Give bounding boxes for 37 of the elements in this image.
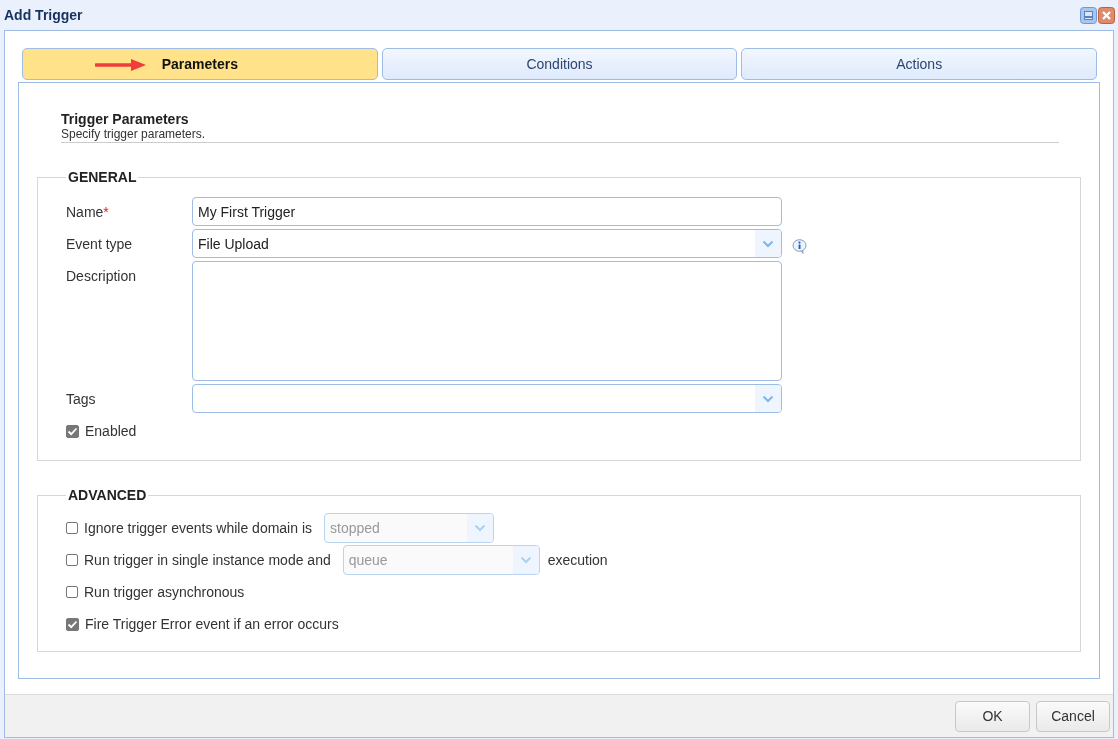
dropdown-field[interactable]: File Upload xyxy=(192,229,782,258)
window-title: Add Trigger xyxy=(4,7,83,23)
close-icon[interactable] xyxy=(1098,6,1115,24)
checkbox-label: Fire Trigger Error event if an error occurs xyxy=(85,616,339,632)
field-label: Description xyxy=(66,267,138,284)
dropdown-field[interactable] xyxy=(192,384,782,413)
info-icon[interactable] xyxy=(792,239,807,254)
group-legend: ADVANCED xyxy=(66,487,149,503)
checkbox-label: Enabled xyxy=(85,423,137,439)
section-subtitle: Specify trigger parameters. xyxy=(61,127,207,141)
chevron-down-icon xyxy=(762,394,774,403)
section-title: Trigger Parameters xyxy=(61,111,190,127)
minimize-icon[interactable] xyxy=(1080,6,1097,24)
checkbox-label: Run trigger asynchronous xyxy=(84,584,245,600)
checkbox[interactable] xyxy=(66,617,79,631)
checkbox-label: Run trigger in single instance mode and xyxy=(84,552,331,568)
option-suffix: execution xyxy=(547,552,608,568)
tab[interactable]: Parameters xyxy=(22,48,378,80)
field-label: Name* xyxy=(66,203,110,220)
name-field[interactable]: My First Trigger xyxy=(192,197,782,226)
dialog-button[interactable]: OK xyxy=(955,700,1030,732)
chevron-down-icon xyxy=(762,239,774,248)
required-mark: * xyxy=(103,204,109,220)
tab[interactable]: Conditions xyxy=(381,48,738,80)
dialog-button[interactable]: Cancel xyxy=(1036,700,1110,732)
group-legend: GENERAL xyxy=(66,169,139,185)
checkbox[interactable] xyxy=(66,424,79,438)
tab[interactable]: Actions xyxy=(741,48,1097,80)
description-field[interactable] xyxy=(192,261,782,381)
checkbox[interactable] xyxy=(66,522,78,534)
chevron-down-icon xyxy=(519,556,532,564)
checkbox[interactable] xyxy=(66,554,78,566)
checkbox[interactable] xyxy=(66,586,78,598)
chevron-down-icon xyxy=(474,524,486,532)
checkbox-label: Ignore trigger events while domain is xyxy=(84,520,312,536)
field-label: Event type xyxy=(66,235,134,252)
field-label: Tags xyxy=(66,390,97,407)
